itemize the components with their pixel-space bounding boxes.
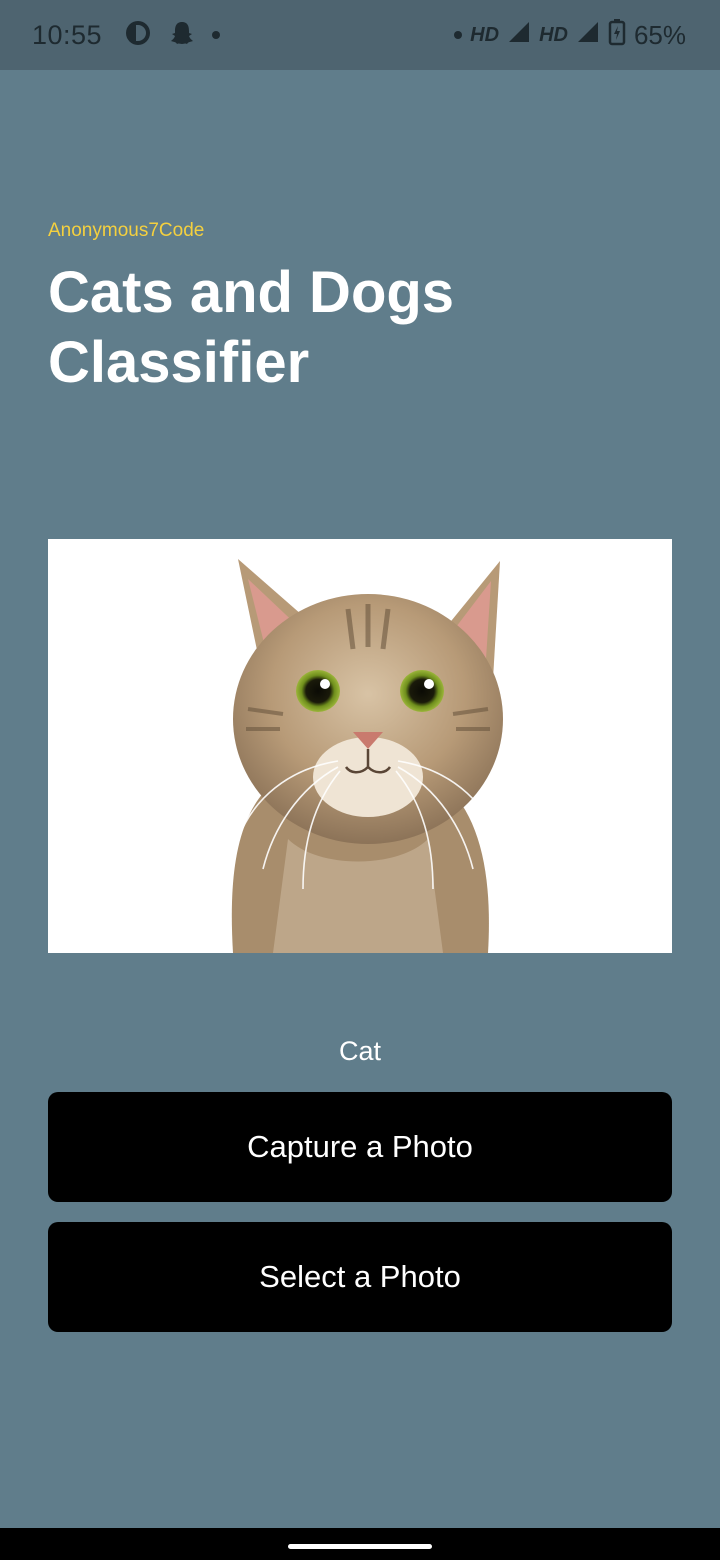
capture-photo-button[interactable]: Capture a Photo xyxy=(48,1092,672,1202)
status-right: HD HD 65% xyxy=(454,18,686,53)
capture-photo-label: Capture a Photo xyxy=(247,1129,473,1164)
hd-label-2: HD xyxy=(539,23,568,46)
page-title: Cats and Dogs Classifier xyxy=(48,260,455,395)
snapchat-ghost-icon xyxy=(168,19,196,52)
photo-preview xyxy=(48,539,672,953)
status-bar: 10:55 HD HD 65% xyxy=(0,0,720,70)
author-label: Anonymous7Code xyxy=(48,220,205,241)
prediction-label: Cat xyxy=(338,1036,382,1066)
hd-label-1: HD xyxy=(470,23,500,46)
cat-photo xyxy=(231,559,503,953)
navigation-bar xyxy=(0,1528,720,1560)
signal-icon xyxy=(507,20,531,51)
battery-percent: 65% xyxy=(633,19,686,50)
select-photo-label: Select a Photo xyxy=(259,1259,461,1294)
dot-icon xyxy=(454,31,463,39)
signal-icon-2 xyxy=(576,20,600,51)
notification-dot-icon xyxy=(212,31,221,39)
select-photo-button[interactable]: Select a Photo xyxy=(48,1222,672,1332)
status-time: 10:55 xyxy=(32,19,103,50)
home-gesture-handle[interactable] xyxy=(288,1544,432,1549)
status-notification-icons xyxy=(124,19,221,52)
pie-chart-icon xyxy=(124,19,152,52)
battery-charging-icon xyxy=(608,18,626,53)
